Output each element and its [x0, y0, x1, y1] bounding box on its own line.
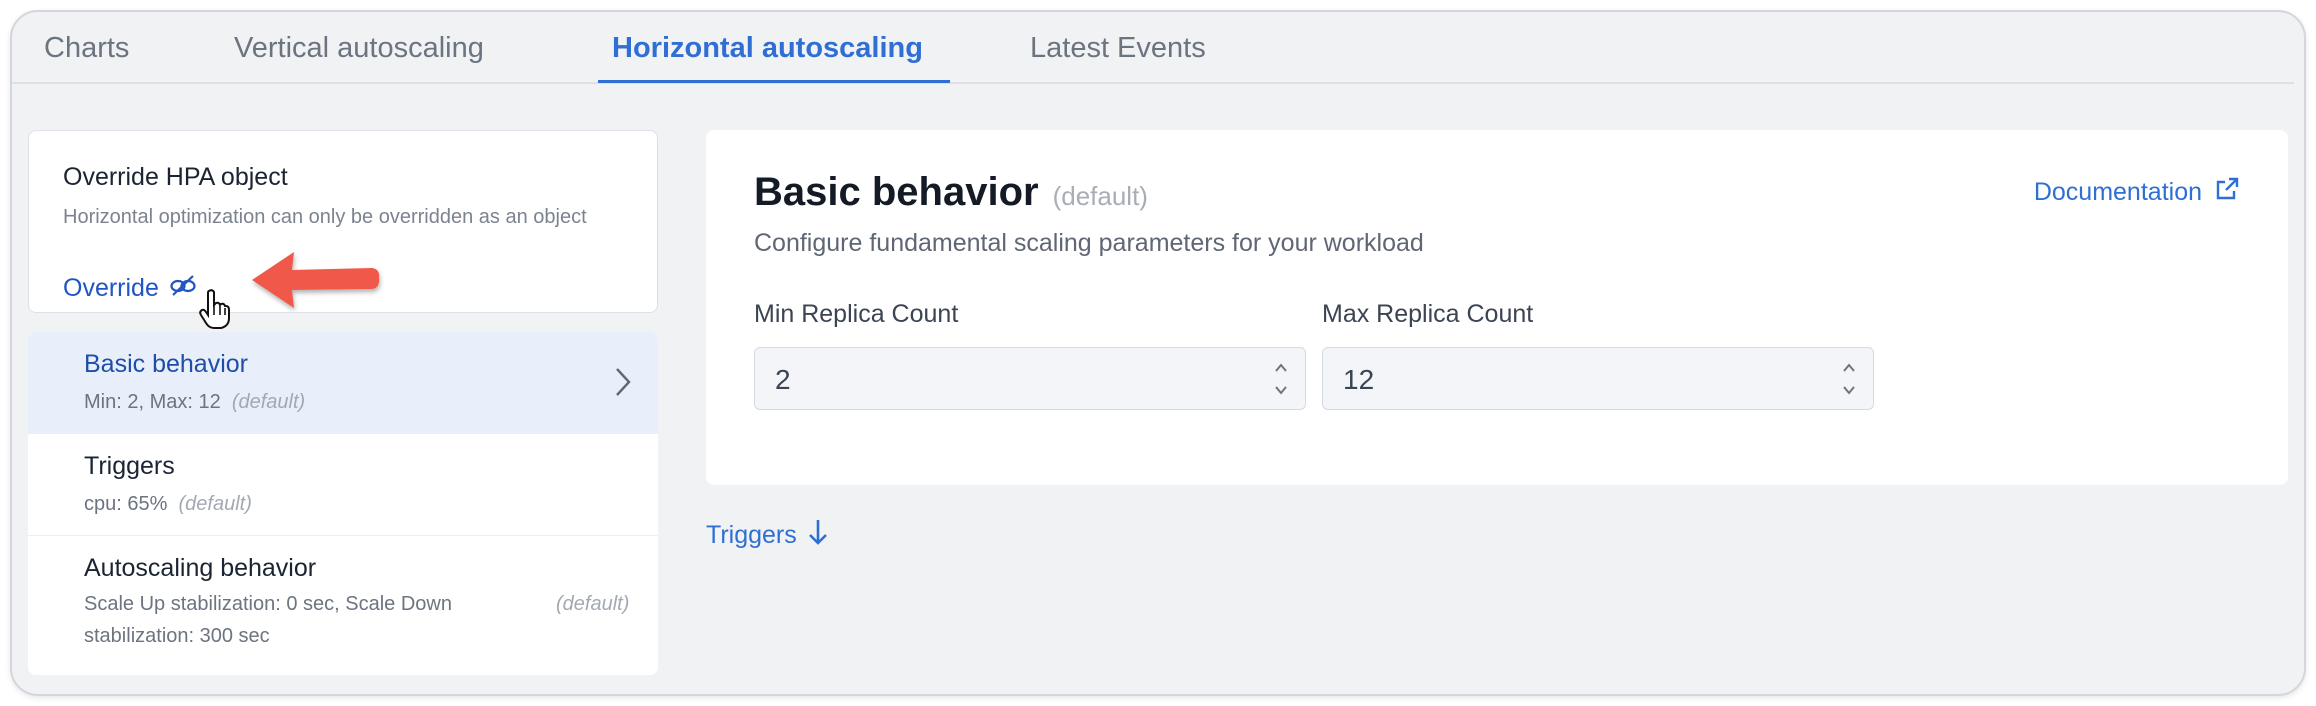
nav-item-note: (default) — [556, 593, 630, 615]
max-replica-stepper[interactable] — [1839, 356, 1859, 402]
nav-item-title: Triggers — [84, 452, 175, 480]
tab-vertical-autoscaling[interactable]: Vertical autoscaling — [234, 32, 484, 65]
max-replica-value: 12 — [1343, 364, 1375, 395]
external-link-icon — [2214, 176, 2240, 209]
max-replica-input[interactable]: 12 — [1322, 347, 1874, 410]
section-nav-list: Basic behavior Min: 2, Max: 12 (default)… — [28, 332, 658, 675]
arrow-down-icon — [807, 518, 829, 553]
tab-latest-events[interactable]: Latest Events — [1030, 32, 1206, 65]
override-card-title: Override HPA object — [63, 163, 288, 191]
panel-title-note: (default) — [1052, 181, 1148, 211]
basic-behavior-panel: Basic behavior (default) Configure fundam… — [706, 130, 2288, 485]
hand-cursor-icon — [198, 288, 232, 335]
tab-charts[interactable]: Charts — [44, 32, 129, 65]
annotation-arrow-icon — [248, 248, 388, 317]
triggers-anchor-link[interactable]: Triggers — [706, 518, 829, 553]
override-link-label: Override — [63, 274, 159, 302]
nav-item-title: Autoscaling behavior — [84, 554, 317, 582]
nav-item-subtitle: cpu: 65% (default) — [84, 493, 252, 515]
nav-item-title: Basic behavior — [84, 350, 248, 378]
active-tab-indicator — [598, 80, 950, 83]
app-frame: Charts Vertical autoscaling Horizontal a… — [10, 10, 2306, 696]
documentation-link[interactable]: Documentation — [2034, 176, 2240, 209]
chevron-right-icon — [614, 366, 632, 403]
unlink-icon — [169, 273, 197, 304]
min-replica-input[interactable]: 2 — [754, 347, 1306, 410]
min-replica-value: 2 — [775, 364, 791, 395]
nav-item-autoscaling-behavior[interactable]: Autoscaling behavior Scale Up stabilizat… — [28, 536, 658, 675]
documentation-link-label: Documentation — [2033, 178, 2202, 206]
min-replica-stepper[interactable] — [1271, 356, 1291, 402]
tab-horizontal-autoscaling[interactable]: Horizontal autoscaling — [612, 32, 923, 65]
nav-item-basic-behavior[interactable]: Basic behavior Min: 2, Max: 12 (default) — [28, 332, 658, 433]
panel-subtitle: Configure fundamental scaling parameters… — [754, 229, 1424, 257]
min-replica-label: Min Replica Count — [754, 300, 959, 328]
nav-item-triggers[interactable]: Triggers cpu: 65% (default) — [28, 434, 658, 535]
tab-bar: Charts Vertical autoscaling Horizontal a… — [12, 12, 2294, 84]
nav-item-subtitle: Min: 2, Max: 12 (default) — [84, 391, 306, 413]
nav-item-subtitle: Scale Up stabilization: 0 sec, Scale Dow… — [84, 593, 452, 647]
max-replica-label: Max Replica Count — [1322, 300, 1534, 328]
triggers-link-label: Triggers — [706, 521, 797, 549]
panel-title: Basic behavior (default) — [754, 170, 1148, 214]
override-link[interactable]: Override — [63, 273, 197, 304]
override-card-description: Horizontal optimization can only be over… — [63, 206, 587, 228]
